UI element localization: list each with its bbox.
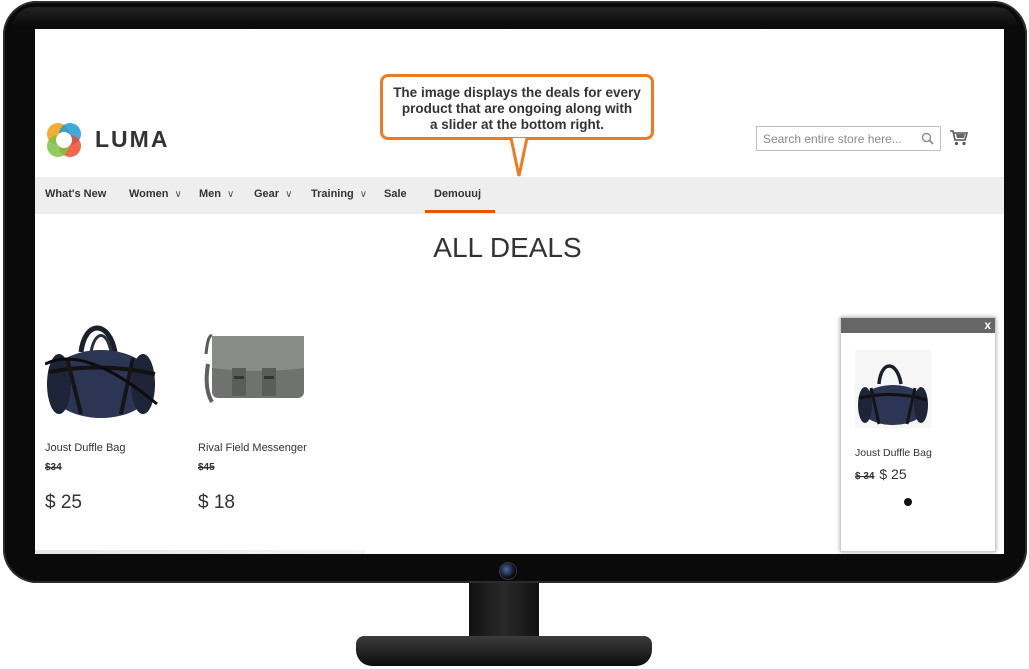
nav-item-label: What's New: [45, 188, 107, 200]
webcam-icon: [499, 562, 517, 580]
callout-line-3: a slider at the bottom right.: [429, 117, 604, 132]
annotation-callout: The image displays the deals for every p…: [380, 74, 654, 140]
chevron-down-icon: ∨: [285, 189, 293, 200]
nav-item-sale[interactable]: Sale: [384, 188, 407, 200]
slider-old-price: $ 34: [855, 471, 875, 482]
product-price: $ 25: [45, 492, 82, 513]
logo-text[interactable]: LUMA: [95, 126, 169, 153]
slider-pagination-dot[interactable]: [904, 498, 912, 506]
monitor-stand-neck: [469, 583, 539, 639]
product-price: $ 18: [198, 492, 235, 513]
monitor-stand-base: [356, 636, 652, 666]
nav-item-men[interactable]: Men ∨: [199, 188, 234, 200]
chevron-down-icon: ∨: [174, 189, 182, 200]
product-card[interactable]: Joust Duffle Bag $34 $ 25: [44, 314, 175, 513]
product-old-price: $45: [198, 462, 215, 473]
close-button[interactable]: x: [984, 318, 991, 332]
chevron-down-icon: ∨: [227, 189, 235, 200]
callout-pointer: [509, 138, 529, 177]
product-card[interactable]: Rival Field Messenger $45 $ 18: [198, 314, 328, 513]
slider-header: x: [841, 318, 995, 333]
product-name[interactable]: Rival Field Messenger: [198, 442, 307, 454]
slider-product-name[interactable]: Joust Duffle Bag: [855, 447, 932, 459]
search-input[interactable]: [757, 131, 924, 146]
page-title: ALL DEALS: [433, 232, 582, 263]
nav-item-label: Sale: [384, 188, 407, 200]
duffle-bag-image[interactable]: [44, 314, 165, 424]
nav-item-label: Gear: [254, 188, 280, 200]
nav-item-whats-new[interactable]: What's New: [45, 188, 106, 200]
scrollbar-track[interactable]: [35, 550, 365, 554]
deals-slider-popup: x Joust Duffle Bag $ 34 $ 25: [840, 317, 996, 552]
nav-item-label: Demouuj: [434, 188, 482, 200]
callout-line-1: The image displays the deals for every: [393, 85, 641, 100]
nav-item-gear[interactable]: Gear ∨: [254, 188, 292, 200]
nav-active-indicator: [425, 210, 495, 213]
slider-price: $ 25: [879, 466, 907, 482]
monitor-frame: LUMA The image displays the deals for ev…: [3, 1, 1027, 583]
product-name[interactable]: Joust Duffle Bag: [45, 442, 126, 454]
slider-product-image[interactable]: [855, 350, 931, 428]
search-box: [756, 126, 941, 151]
search-icon[interactable]: [921, 132, 934, 145]
browser-screen: LUMA The image displays the deals for ev…: [35, 29, 1004, 554]
messenger-bag-image[interactable]: [198, 314, 318, 424]
nav-item-women[interactable]: Women ∨: [129, 188, 182, 200]
callout-line-2: product that are ongoing along with: [401, 101, 633, 116]
nav-item-label: Training: [311, 188, 354, 200]
nav-item-label: Women: [129, 188, 169, 200]
luma-logo-icon[interactable]: [45, 121, 83, 159]
cart-icon[interactable]: [949, 129, 969, 147]
product-old-price: $34: [45, 462, 62, 473]
main-navigation: What's New Women ∨ Men ∨ Gear ∨ Training ∨ S…: [35, 177, 1004, 214]
bezel-shine: [13, 7, 1017, 27]
nav-item-demouuj[interactable]: Demouuj: [434, 188, 481, 200]
nav-item-label: Men: [199, 188, 221, 200]
slider-price-line: $ 34 $ 25: [855, 466, 907, 482]
nav-item-training[interactable]: Training ∨: [311, 188, 367, 200]
chevron-down-icon: ∨: [359, 189, 368, 200]
